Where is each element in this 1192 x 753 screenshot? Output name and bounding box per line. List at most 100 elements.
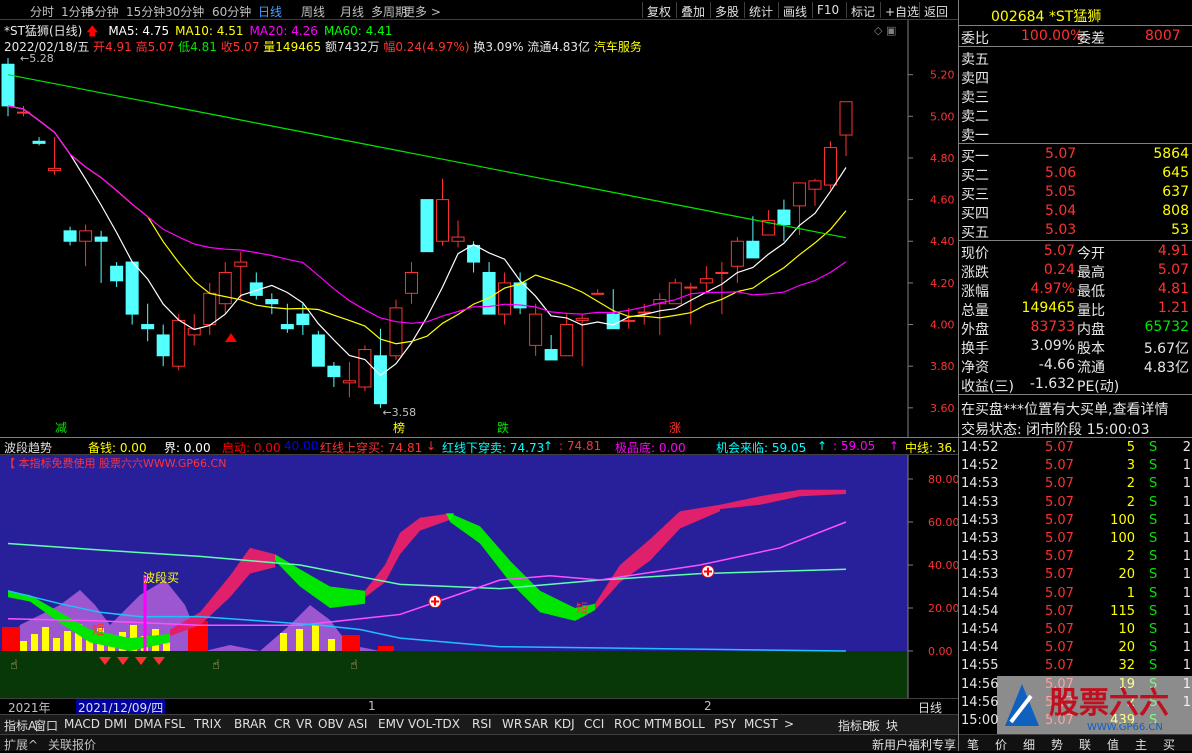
diamond-icon[interactable]: ◇ ▣ — [874, 24, 896, 37]
price-tick: 4.00 — [930, 319, 955, 332]
tab-10[interactable]: OBV — [318, 717, 344, 731]
tab-7[interactable]: BRAR — [234, 717, 267, 731]
toolbar-btn-4[interactable]: 画线 — [783, 3, 807, 20]
candle — [451, 220, 465, 248]
expand-button[interactable]: 扩展^ — [4, 736, 38, 753]
toolbar-btn-1[interactable]: 叠加 — [681, 3, 705, 20]
event-marker[interactable]: 榜 — [393, 420, 405, 435]
tab-1[interactable]: 窗口 — [34, 717, 58, 734]
quote-panel: 002684 *ST猛狮 委比 100.00% 委差 8007 卖五 卖四 卖三 卖二 卖一 买一 5… — [958, 0, 1192, 753]
tab-3[interactable]: DMI — [104, 717, 127, 731]
toolbar-btn-5[interactable]: F10 — [817, 3, 839, 17]
tick-vol: 115 — [1110, 603, 1135, 619]
period-9[interactable]: 多周期 — [371, 3, 407, 20]
toolbar-btn-6[interactable]: 标记 — [851, 3, 875, 20]
stat-cell: PE(动) — [1077, 379, 1120, 395]
period-4[interactable]: 30分钟 — [165, 3, 204, 20]
event-marker[interactable]: 涨 — [669, 420, 681, 435]
candle — [808, 178, 822, 206]
toolbar-btn-7[interactable]: +自选 — [885, 3, 919, 20]
tab-27[interactable]: 块 — [886, 717, 898, 734]
event-marker[interactable]: 减 — [55, 421, 67, 435]
tick-price: 5.07 — [1045, 440, 1074, 455]
tab-2[interactable]: MACD — [64, 717, 100, 731]
period-2[interactable]: 5分钟 — [87, 3, 119, 20]
panel-tab-1[interactable]: 价 — [995, 736, 1007, 753]
tab-12[interactable]: EMV — [378, 717, 404, 731]
period-0[interactable]: 分时 — [30, 3, 54, 20]
tab-8[interactable]: CR — [274, 717, 291, 731]
period-7[interactable]: 周线 — [301, 3, 325, 20]
tab-5[interactable]: FSL — [164, 717, 185, 731]
period-5[interactable]: 60分钟 — [212, 3, 251, 20]
tab-16[interactable]: SAR — [524, 717, 548, 731]
tick-price: 5.07 — [1045, 494, 1074, 510]
candle — [823, 141, 837, 190]
tick-time: 14:52 — [961, 458, 999, 474]
indicator-chart[interactable]: 【 本指标免费使用 股票六六WWW.GP66.CN 80.00 60.00 40.00… — [0, 455, 958, 698]
bar-sector[interactable]: 汽车服务 — [594, 40, 642, 54]
tick-time: 14:53 — [961, 531, 999, 546]
candle — [125, 261, 139, 325]
tab-21[interactable]: BOLL — [674, 717, 705, 731]
tick-count: 1 — [1182, 458, 1191, 474]
toolbar-btn-8[interactable]: 返回 — [924, 3, 948, 20]
tick-price: 5.07 — [1045, 585, 1074, 601]
tab-11[interactable]: ASI — [348, 717, 367, 731]
period-3[interactable]: 15分钟 — [126, 3, 165, 20]
tab-15[interactable]: WR — [502, 717, 522, 731]
panel-tab-0[interactable]: 笔 — [967, 736, 979, 753]
toolbar-btn-3[interactable]: 统计 — [749, 3, 773, 20]
low-label: ←3.58 — [382, 406, 416, 419]
indicator-name[interactable]: 波段趋势 — [4, 439, 52, 456]
ask-row: 卖一 — [959, 124, 1192, 144]
candle — [404, 262, 418, 304]
stat-row: 涨幅 4.97% 最低 4.81 — [959, 280, 1192, 300]
event-marker[interactable]: 跌 — [497, 420, 509, 435]
bid-price: 5.07 — [1045, 146, 1077, 162]
kline-chart[interactable]: 5.20 5.00 4.80 4.60 4.40 4.20 4.00 3.80 3.60 ←5.2… — [0, 20, 958, 438]
stat-row: 收益(三) -1.632 PE(动) — [959, 375, 1192, 395]
tab-22[interactable]: PSY — [714, 717, 736, 731]
panel-tab-4[interactable]: 联 — [1079, 736, 1091, 753]
tab-14[interactable]: RSI — [472, 717, 492, 731]
tab-19[interactable]: ROC — [614, 717, 640, 731]
panel-tab-5[interactable]: 值 — [1107, 736, 1119, 753]
panel-tab-7[interactable]: 买 — [1163, 736, 1175, 753]
tab-6[interactable]: TRIX — [194, 717, 221, 731]
tab-13[interactable]: VOL-TDX — [408, 717, 460, 731]
stat-cell: 量比 — [1077, 303, 1105, 319]
tab-18[interactable]: CCI — [584, 717, 604, 731]
buy-arrow-icon — [225, 333, 237, 342]
tab-25[interactable]: 指标B — [838, 717, 870, 734]
tick-price: 5.07 — [1045, 549, 1074, 565]
period-8[interactable]: 月线 — [340, 3, 364, 20]
tick-vol: 2 — [1126, 549, 1135, 565]
big-order-link[interactable]: 在买盘***位置有大买单,查看详情 — [961, 399, 1168, 419]
tab-4[interactable]: DMA — [134, 717, 162, 731]
bar-open: 开4.91 — [93, 40, 132, 54]
tab-0[interactable]: 指标A — [4, 717, 36, 734]
tab-24[interactable]: > — [784, 717, 794, 731]
stat-row: 涨跌 0.24 最高 5.07 — [959, 261, 1192, 281]
bar-vol: 量149465 — [263, 40, 322, 54]
stat-cell: 83733 — [1030, 319, 1075, 335]
bar-low: 低4.81 — [178, 40, 217, 54]
toolbar-btn-2[interactable]: 多股 — [715, 3, 739, 20]
panel-tab-2[interactable]: 细 — [1023, 736, 1035, 753]
stat-cell: 4.83亿 — [1143, 360, 1189, 376]
new-user-benefit-link[interactable]: 新用户福利专享 — [872, 736, 956, 753]
time-month-1: 1 — [368, 699, 376, 713]
panel-tab-3[interactable]: 势 — [1051, 736, 1063, 753]
tab-20[interactable]: MTM — [644, 717, 672, 731]
panel-tab-6[interactable]: 主 — [1135, 736, 1147, 753]
period-10[interactable]: 更多 > — [403, 3, 441, 20]
tab-9[interactable]: VR — [296, 717, 313, 731]
stat-row: 换手 3.09% 股本 5.67亿 — [959, 337, 1192, 357]
tab-17[interactable]: KDJ — [554, 717, 575, 731]
tab-23[interactable]: MCST — [744, 717, 778, 731]
period-6[interactable]: 日线 — [258, 3, 282, 20]
related-quote-button[interactable]: 关联报价 — [48, 736, 96, 753]
toolbar-btn-0[interactable]: 复权 — [647, 3, 671, 20]
tab-26[interactable]: 板 — [868, 717, 880, 734]
